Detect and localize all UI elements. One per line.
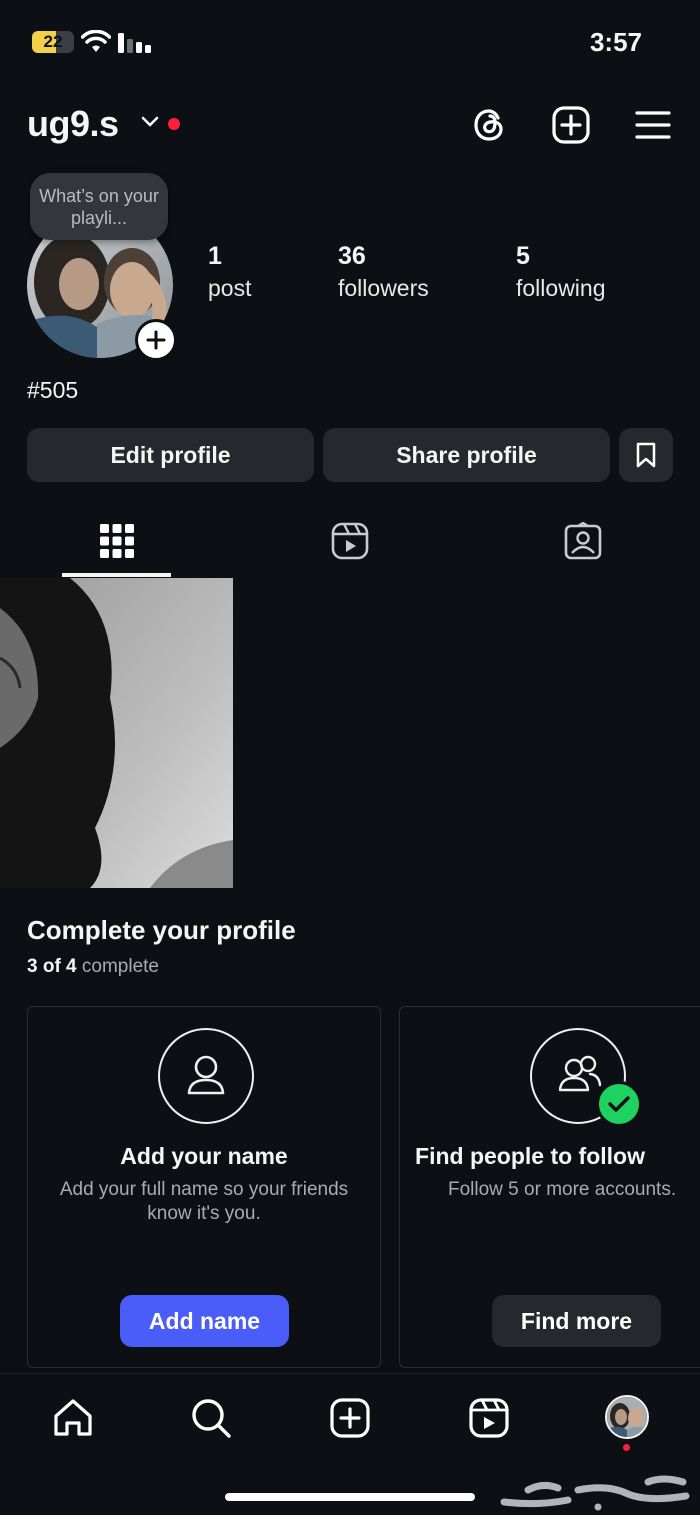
card-subtitle: Add your full name so your friends know … — [59, 1179, 349, 1224]
chevron-down-icon[interactable] — [140, 115, 160, 129]
search-icon[interactable] — [189, 1396, 233, 1440]
tab-tagged[interactable] — [466, 505, 699, 577]
complete-profile-title: Complete your profile — [27, 915, 296, 945]
haraj-watermark-logo — [500, 1475, 690, 1511]
cellular-signal-icon — [118, 33, 151, 53]
progress-word: complete — [81, 956, 160, 977]
plus-square-icon[interactable] — [551, 105, 591, 145]
stat-label: followers — [338, 275, 429, 301]
hamburger-menu-icon[interactable] — [633, 105, 673, 145]
reels-icon[interactable] — [467, 1396, 511, 1440]
edit-profile-button[interactable]: Edit profile — [27, 428, 314, 482]
content-tabs — [0, 505, 700, 577]
create-icon[interactable] — [328, 1396, 372, 1440]
find-people-card: Find people to follow Follow 5 or more a… — [399, 1006, 700, 1368]
post-thumbnail[interactable] — [0, 578, 233, 888]
stat-label: following — [516, 275, 606, 301]
wifi-icon — [81, 30, 111, 52]
home-icon[interactable] — [51, 1396, 95, 1440]
active-tab-indicator — [62, 573, 171, 577]
battery-indicator: 22 — [30, 31, 74, 53]
person-icon — [187, 1055, 225, 1095]
find-more-button[interactable]: Find more — [492, 1295, 661, 1347]
tagged-icon — [564, 522, 601, 560]
note-text: What’s on your playli... — [39, 186, 159, 228]
note-bubble[interactable]: What’s on your playli... — [30, 173, 168, 240]
plus-icon — [146, 330, 166, 350]
notification-dot — [623, 1444, 630, 1451]
status-bar: 22 3:57 — [0, 0, 700, 85]
clock: 3:57 — [589, 27, 642, 57]
following-count[interactable]: 5 following — [516, 240, 606, 304]
notification-dot — [168, 118, 180, 130]
battery-level: 22 — [43, 32, 63, 51]
saved-button[interactable] — [619, 428, 673, 482]
profile-tab-avatar[interactable] — [605, 1395, 649, 1439]
grid-icon — [99, 524, 134, 558]
profile-screen: 22 3:57 ug9.s What’s on your playli... 1… — [0, 0, 700, 1515]
share-profile-button[interactable]: Share profile — [323, 428, 610, 482]
tab-reels[interactable] — [233, 505, 466, 577]
card-title: Add your name — [120, 1143, 288, 1169]
posts-count[interactable]: 1 post — [208, 240, 251, 304]
username-switcher[interactable]: ug9.s — [27, 103, 119, 145]
card-title: Find people to follow — [415, 1143, 645, 1169]
card-subtitle: Follow 5 or more accounts. — [448, 1179, 677, 1200]
home-indicator[interactable] — [225, 1493, 475, 1501]
progress-count: 3 of 4 — [27, 956, 77, 977]
check-icon — [596, 1081, 642, 1127]
threads-icon[interactable] — [470, 105, 510, 145]
bio: #505 — [27, 377, 79, 403]
stat-label: post — [208, 275, 252, 301]
stat-value: 5 — [516, 242, 530, 270]
tab-posts[interactable] — [0, 505, 233, 577]
add-name-button[interactable]: Add name — [120, 1295, 289, 1347]
person-icon-circle — [158, 1028, 254, 1124]
bookmark-icon — [636, 442, 656, 468]
reels-icon — [331, 522, 368, 560]
add-story-button[interactable] — [135, 319, 177, 361]
stat-value: 1 — [208, 242, 222, 270]
stat-value: 36 — [338, 242, 366, 270]
profile-header: ug9.s — [0, 95, 700, 155]
followers-count[interactable]: 36 followers — [338, 240, 429, 304]
add-name-card: Add your name Add your full name so your… — [27, 1006, 381, 1368]
complete-profile-progress: 3 of 4 complete — [27, 956, 159, 978]
